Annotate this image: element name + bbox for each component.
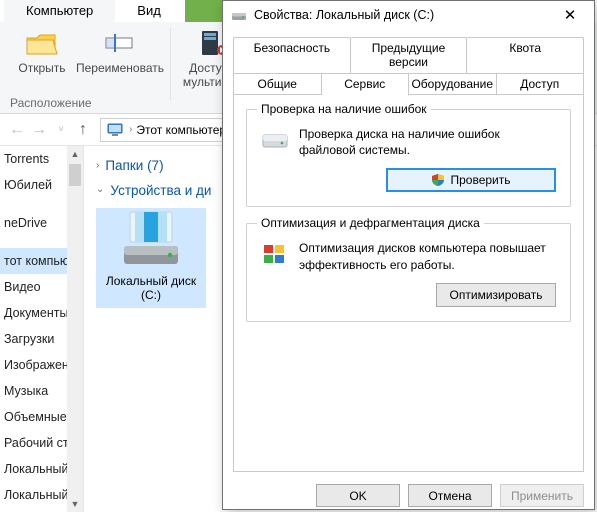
drive-icon: [231, 8, 247, 22]
address-text: Этот компьютер: [136, 123, 226, 137]
tab-security[interactable]: Безопасность: [233, 37, 351, 73]
tab-previous-versions[interactable]: Предыдущие версии: [351, 37, 468, 73]
close-button[interactable]: ✕: [548, 1, 592, 29]
chevron-right-icon: ›: [129, 124, 132, 135]
drive-label-l2: (C:): [141, 288, 161, 302]
apply-button: Применить: [500, 484, 584, 507]
group-optimize-title: Оптимизация и дефрагментация диска: [257, 216, 484, 230]
cancel-button[interactable]: Отмена: [408, 484, 492, 507]
drive-icon: [261, 128, 289, 152]
folders-label: Папки (7): [105, 158, 163, 173]
ribbon-open-label: Открыть: [18, 61, 65, 75]
ribbon-tab-computer[interactable]: Компьютер: [4, 0, 115, 22]
tab-general[interactable]: Общие: [233, 73, 322, 95]
rename-icon: [103, 28, 137, 58]
dialog-titlebar[interactable]: Свойства: Локальный диск (C:) ✕: [223, 1, 594, 29]
this-pc-icon: [107, 123, 123, 137]
nav-scrollbar[interactable]: ▲ ▼: [67, 146, 83, 512]
shield-icon: [431, 173, 445, 187]
group-error-check: Проверка на наличие ошибок Проверка диск…: [246, 109, 571, 207]
ribbon-open-button[interactable]: Открыть: [8, 28, 76, 75]
ribbon-rename-button[interactable]: Переименовать: [76, 28, 164, 75]
scroll-down-icon[interactable]: ▼: [67, 496, 83, 512]
ribbon-group-caption: Расположение: [10, 96, 92, 110]
ribbon-rename-label: Переименовать: [76, 61, 164, 75]
ribbon-tab-view[interactable]: Вид: [115, 0, 183, 22]
nav-tree[interactable]: Torrents Юбилей neDrive тот компьюте Вид…: [0, 146, 84, 512]
nav-up-button[interactable]: ↑: [72, 119, 94, 141]
check-button[interactable]: Проверить: [386, 168, 556, 192]
folder-open-icon: [25, 28, 59, 58]
nav-back-button[interactable]: ←: [6, 119, 28, 141]
check-button-label: Проверить: [450, 173, 510, 187]
tab-content-service: Проверка на наличие ошибок Проверка диск…: [233, 94, 584, 472]
drive-tile-c[interactable]: Локальный диск (C:): [96, 208, 206, 308]
tab-sharing[interactable]: Доступ: [497, 73, 585, 95]
nav-forward-button[interactable]: →: [28, 119, 50, 141]
devices-label: Устройства и ди: [110, 183, 211, 198]
ok-button[interactable]: OK: [316, 484, 400, 507]
dialog-title-text: Свойства: Локальный диск (C:): [254, 8, 434, 22]
scroll-up-icon[interactable]: ▲: [67, 146, 83, 162]
close-icon: ✕: [564, 6, 577, 24]
optimize-text: Оптимизация дисков компьютера повышает э…: [299, 240, 556, 272]
optimize-button-label: Оптимизировать: [450, 288, 543, 302]
dialog-footer: OK Отмена Применить: [223, 482, 594, 509]
chevron-right-icon: ›: [96, 160, 99, 171]
chevron-down-icon: ⌄: [96, 184, 104, 195]
tab-hardware[interactable]: Оборудование: [409, 73, 497, 95]
optimize-button[interactable]: Оптимизировать: [436, 283, 556, 307]
group-error-check-title: Проверка на наличие ошибок: [257, 102, 431, 116]
properties-dialog: Свойства: Локальный диск (C:) ✕ Безопасн…: [222, 0, 595, 510]
group-optimize: Оптимизация и дефрагментация диска Оптим…: [246, 223, 571, 321]
drive-label-l1: Локальный диск: [106, 274, 196, 288]
drive-c-icon: [116, 208, 186, 270]
error-check-text: Проверка диска на наличие ошибок файлово…: [299, 126, 556, 158]
scroll-thumb[interactable]: [69, 164, 81, 186]
nav-recent-button[interactable]: ˅: [50, 119, 72, 141]
tab-service[interactable]: Сервис: [322, 73, 410, 96]
defrag-icon: [261, 242, 289, 266]
tab-quota[interactable]: Квота: [467, 37, 584, 73]
